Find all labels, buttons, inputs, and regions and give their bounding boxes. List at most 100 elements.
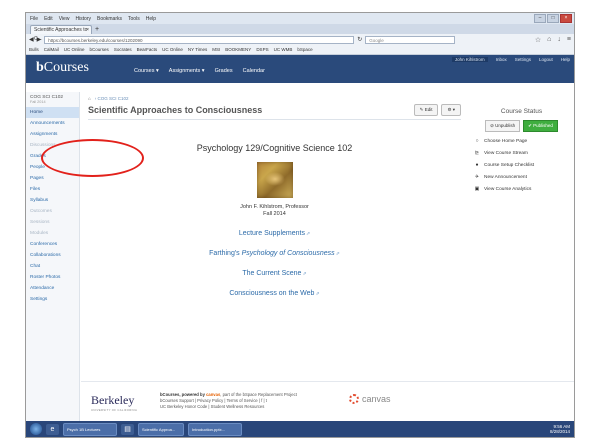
sidebar-item-settings[interactable]: Settings bbox=[26, 294, 79, 305]
download-icon[interactable]: ↓ bbox=[557, 36, 561, 44]
bcourses-logo[interactable]: bCourses bbox=[36, 60, 89, 76]
status-action-label: Choose Home Page bbox=[484, 138, 528, 144]
footer-links-2[interactable]: UC Berkeley Honor Code | Student Wellnes… bbox=[160, 404, 297, 410]
status-action[interactable]: ● Course Setup Checklist bbox=[474, 162, 569, 168]
sidebar-item-syllabus[interactable]: Syllabus bbox=[26, 195, 79, 206]
annotation-circle bbox=[41, 139, 144, 177]
status-action-icon: ● bbox=[475, 162, 479, 168]
sidebar-item-attendance[interactable]: Attendance bbox=[26, 283, 79, 294]
status-action[interactable]: ✈ New Announcement bbox=[474, 174, 569, 180]
main-nav-item[interactable]: Assignments ▾ bbox=[169, 68, 205, 74]
header-link[interactable]: Help bbox=[561, 57, 570, 62]
external-link-icon: ⇗ bbox=[305, 231, 311, 237]
start-button[interactable] bbox=[30, 423, 42, 435]
status-action[interactable]: ⊵ View Course Stream bbox=[474, 150, 569, 156]
header-link[interactable]: John Kihlstrom bbox=[451, 57, 488, 62]
home-icon[interactable]: ⌂ bbox=[88, 96, 91, 101]
menu-icon[interactable]: ≡ bbox=[567, 36, 571, 44]
status-action-label: New Announcement bbox=[484, 174, 527, 180]
bookmark-item[interactable]: MSI bbox=[212, 47, 220, 52]
bookmark-item[interactable]: BearFacts bbox=[137, 47, 158, 52]
bookmark-item[interactable]: DSPS bbox=[256, 47, 268, 52]
front-page-body: Psychology 129/Cognitive Science 102 Joh… bbox=[88, 143, 461, 297]
gear-menu-button[interactable]: ⚙ ▾ bbox=[441, 104, 461, 116]
status-action[interactable]: ▣ View Course Analytics bbox=[474, 186, 569, 192]
sidebar-item-collaborations[interactable]: Collaborations bbox=[26, 250, 79, 261]
sidebar-item-roster-photos[interactable]: Roster Photos bbox=[26, 272, 79, 283]
sidebar-item-outcomes[interactable]: Outcomes bbox=[26, 206, 79, 217]
menu-item-edit[interactable]: Edit bbox=[44, 16, 53, 22]
published-button[interactable]: ✔ Published bbox=[523, 120, 558, 132]
main-nav-item[interactable]: Courses ▾ bbox=[134, 68, 159, 74]
header-link[interactable]: Settings bbox=[515, 57, 531, 62]
publish-buttons: ⊘ Unpublish ✔ Published bbox=[474, 120, 569, 132]
close-window-button[interactable]: × bbox=[560, 14, 572, 23]
minimize-button[interactable]: – bbox=[534, 14, 546, 23]
menu-item-history[interactable]: History bbox=[75, 16, 91, 22]
bookmark-star-icon[interactable]: ☆ bbox=[535, 36, 541, 44]
sidebar-item-modules[interactable]: Modules bbox=[26, 228, 79, 239]
content-link[interactable]: Farthing's Psychology of Consciousness⇗ bbox=[88, 250, 461, 257]
bookmark-item[interactable]: Socrates bbox=[114, 47, 132, 52]
bookmark-item[interactable]: NY Times bbox=[188, 47, 207, 52]
header-link[interactable]: Inbox bbox=[496, 57, 507, 62]
bookmark-item[interactable]: UC Online bbox=[162, 47, 183, 52]
main-nav-item[interactable]: Calendar bbox=[243, 68, 265, 74]
bookmark-item[interactable]: Bulls bbox=[29, 47, 39, 52]
taskbar-app-3[interactable]: Introduction.pptx... bbox=[188, 422, 242, 436]
sidebar-item-assignments[interactable]: Assignments bbox=[26, 129, 79, 140]
search-input[interactable]: Google bbox=[365, 35, 456, 44]
course-status-title: Course Status bbox=[500, 108, 543, 115]
edit-button[interactable]: ✎ Edit bbox=[413, 104, 439, 116]
sidebar-item-conferences[interactable]: Conferences bbox=[26, 239, 79, 250]
tab-close-icon[interactable]: × bbox=[86, 26, 89, 35]
maximize-button[interactable]: □ bbox=[547, 14, 559, 23]
home-icon[interactable]: ⌂ bbox=[547, 36, 551, 44]
footer-text: bCourses, powered by canvas, part of the… bbox=[160, 392, 297, 410]
sidebar-item-sessions[interactable]: Sessions bbox=[26, 217, 79, 228]
reload-icon[interactable]: ↻ bbox=[357, 36, 362, 43]
ie-icon[interactable]: e bbox=[46, 423, 59, 435]
menu-item-tools[interactable]: Tools bbox=[128, 16, 140, 22]
external-link-icon: ⇗ bbox=[335, 251, 340, 257]
header-link[interactable]: Logout bbox=[539, 57, 553, 62]
status-action-icon: ○ bbox=[475, 138, 479, 144]
header-user-links: John Kihlstrom Inbox Settings Logout Help bbox=[451, 57, 570, 62]
content-link[interactable]: Lecture Supplements⇗ bbox=[88, 230, 461, 237]
bookmark-item[interactable]: UC WMB bbox=[274, 47, 293, 52]
menu-item-file[interactable]: File bbox=[30, 16, 38, 22]
content-link[interactable]: Consciousness on the Web⇗ bbox=[88, 290, 461, 297]
browser-tab[interactable]: Scientific Approaches to C... × bbox=[30, 25, 92, 42]
sidebar-item-chat[interactable]: Chat bbox=[26, 261, 79, 272]
main-nav-item[interactable]: Grades bbox=[215, 68, 233, 74]
unpublish-button[interactable]: ⊘ Unpublish bbox=[485, 120, 521, 132]
status-action[interactable]: ○ Choose Home Page bbox=[474, 138, 569, 144]
page-title: Scientific Approaches to Consciousness bbox=[88, 105, 263, 115]
explorer-icon[interactable]: ▤ bbox=[121, 423, 134, 435]
bookmark-item[interactable]: CalMail bbox=[44, 47, 59, 52]
bookmark-item[interactable]: UC Online bbox=[64, 47, 85, 52]
sidebar-item-announcements[interactable]: Announcements bbox=[26, 118, 79, 129]
back-arrow-icon[interactable]: ◀ bbox=[29, 36, 34, 43]
bookmark-item[interactable]: bSpace bbox=[297, 47, 312, 52]
new-tab-button[interactable]: + bbox=[95, 25, 99, 34]
external-link-icon: ⇗ bbox=[315, 291, 320, 297]
menu-item-bookmarks[interactable]: Bookmarks bbox=[97, 16, 122, 22]
bookmark-item[interactable]: bCourses bbox=[90, 47, 109, 52]
status-action-label: Course Setup Checklist bbox=[484, 162, 535, 168]
menu-item-view[interactable]: View bbox=[59, 16, 70, 22]
sidebar-item-home[interactable]: Home bbox=[26, 107, 79, 118]
status-action-label: View Course Analytics bbox=[484, 186, 532, 192]
taskbar-app-2[interactable]: Scientific Approa... bbox=[138, 422, 184, 436]
status-action-label: View Course Stream bbox=[484, 150, 528, 156]
url-input[interactable]: https://bcourses.berkeley.edu/courses/12… bbox=[44, 35, 355, 44]
bookmark-item[interactable]: BOOKMENY bbox=[225, 47, 251, 52]
link-text: Farthing's bbox=[209, 250, 242, 257]
canvas-header: John Kihlstrom Inbox Settings Logout Help bC… bbox=[26, 55, 574, 83]
content-link[interactable]: The Current Scene⇗ bbox=[88, 270, 461, 277]
course-title: Psychology 129/Cognitive Science 102 bbox=[196, 143, 353, 153]
taskbar-app-1[interactable]: Psych 1B Lectures bbox=[63, 422, 117, 436]
breadcrumb-course[interactable]: COG SCI C102 bbox=[97, 96, 128, 101]
sidebar-item-files[interactable]: Files bbox=[26, 184, 79, 195]
menu-item-help[interactable]: Help bbox=[146, 16, 156, 22]
